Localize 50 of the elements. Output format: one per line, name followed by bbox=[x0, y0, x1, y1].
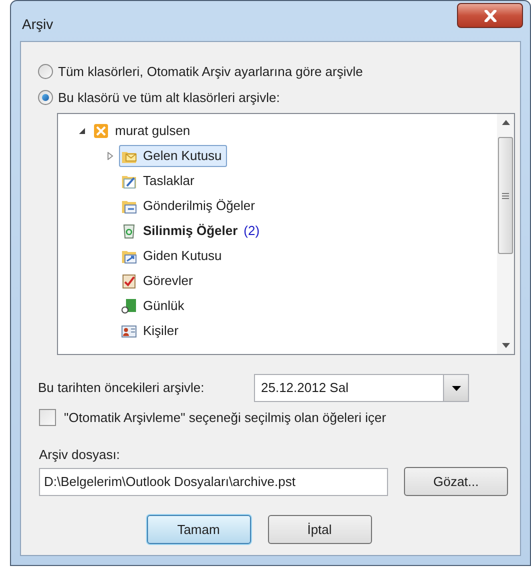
scrollbar[interactable] bbox=[497, 114, 514, 354]
tree-item[interactable]: Kişiler bbox=[119, 320, 184, 342]
folder-name: Günlük bbox=[143, 296, 184, 315]
scroll-down-icon[interactable] bbox=[502, 343, 510, 348]
file-path-field[interactable]: D:\Belgelerim\Outlook Dosyaları\archive.pst bbox=[39, 468, 388, 496]
contact-card-icon bbox=[121, 322, 137, 338]
folder-name: Görevler bbox=[143, 272, 193, 290]
journal-icon bbox=[121, 298, 137, 314]
tree-item[interactable]: murat gulsen bbox=[91, 120, 196, 142]
checkbox[interactable] bbox=[39, 409, 56, 426]
mailbox-icon bbox=[93, 122, 109, 138]
browse-button[interactable]: Gözat... bbox=[404, 467, 508, 496]
cancel-button[interactable]: İptal bbox=[268, 515, 372, 544]
collapse-arrow-icon[interactable] bbox=[78, 126, 86, 134]
close-icon bbox=[484, 10, 496, 22]
date-dropdown[interactable]: 25.12.2012 Sal bbox=[254, 374, 469, 402]
unread-count: (2) bbox=[244, 222, 260, 240]
tree-item[interactable]: Gönderilmiş Öğeler bbox=[119, 194, 260, 216]
folder-name: Gönderilmiş Öğeler bbox=[143, 196, 255, 215]
window-title: Arşiv bbox=[22, 15, 54, 34]
folder-name: murat gulsen bbox=[115, 122, 190, 140]
radio-button[interactable] bbox=[38, 64, 53, 80]
folder-name: Giden Kutusu bbox=[143, 246, 222, 265]
radio-button[interactable] bbox=[38, 90, 53, 105]
tree-item[interactable]: Giden Kutusu bbox=[119, 244, 227, 266]
folder-name: Silinmiş Öğeler bbox=[143, 222, 238, 240]
expand-arrow-icon[interactable] bbox=[106, 152, 114, 160]
tree-item[interactable]: Taslaklar bbox=[119, 170, 200, 192]
file-label: Arşiv dosyası: bbox=[39, 446, 121, 464]
checkbox-label: "Otomatik Arşivleme" seçeneği seçilmiş olan öğeleri içer bbox=[64, 409, 386, 427]
checklist-icon bbox=[121, 272, 137, 288]
date-label: Bu tarihten öncekileri arşivle: bbox=[38, 379, 206, 398]
folder-name: Taslaklar bbox=[143, 172, 194, 190]
folder-name: Kişiler bbox=[143, 322, 178, 340]
dropdown-button[interactable] bbox=[443, 375, 468, 401]
ok-button[interactable]: Tamam bbox=[146, 515, 250, 544]
grip-icon bbox=[502, 192, 509, 198]
scrollbar-thumb[interactable] bbox=[498, 137, 513, 254]
caret-icon bbox=[452, 386, 460, 390]
tree-item[interactable]: Silinmiş Öğeler (2) bbox=[119, 220, 265, 242]
radio-label: Bu klasörü ve tüm alt klasörleri arşivle: bbox=[58, 88, 280, 107]
tree-item[interactable]: Gelen Kutusu bbox=[119, 144, 227, 166]
trash-can-icon bbox=[121, 222, 137, 238]
radio-label: Tüm klasörleri, Otomatik Arşiv ayarlarına göre arşivle bbox=[58, 63, 363, 81]
scroll-up-icon[interactable] bbox=[502, 120, 510, 125]
close-button[interactable] bbox=[457, 3, 523, 28]
tree-item[interactable]: Günlük bbox=[119, 294, 190, 316]
tree-item[interactable]: Görevler bbox=[119, 270, 198, 292]
folder-name: Gelen Kutusu bbox=[143, 146, 222, 165]
folder-tree[interactable]: murat gulsen Gelen Kutusu Taslaklar Gönderilmiş Öğeler Silinmiş Öğeler (2) Giden Kutusu Görevler Günlük Kişiler bbox=[57, 113, 515, 355]
